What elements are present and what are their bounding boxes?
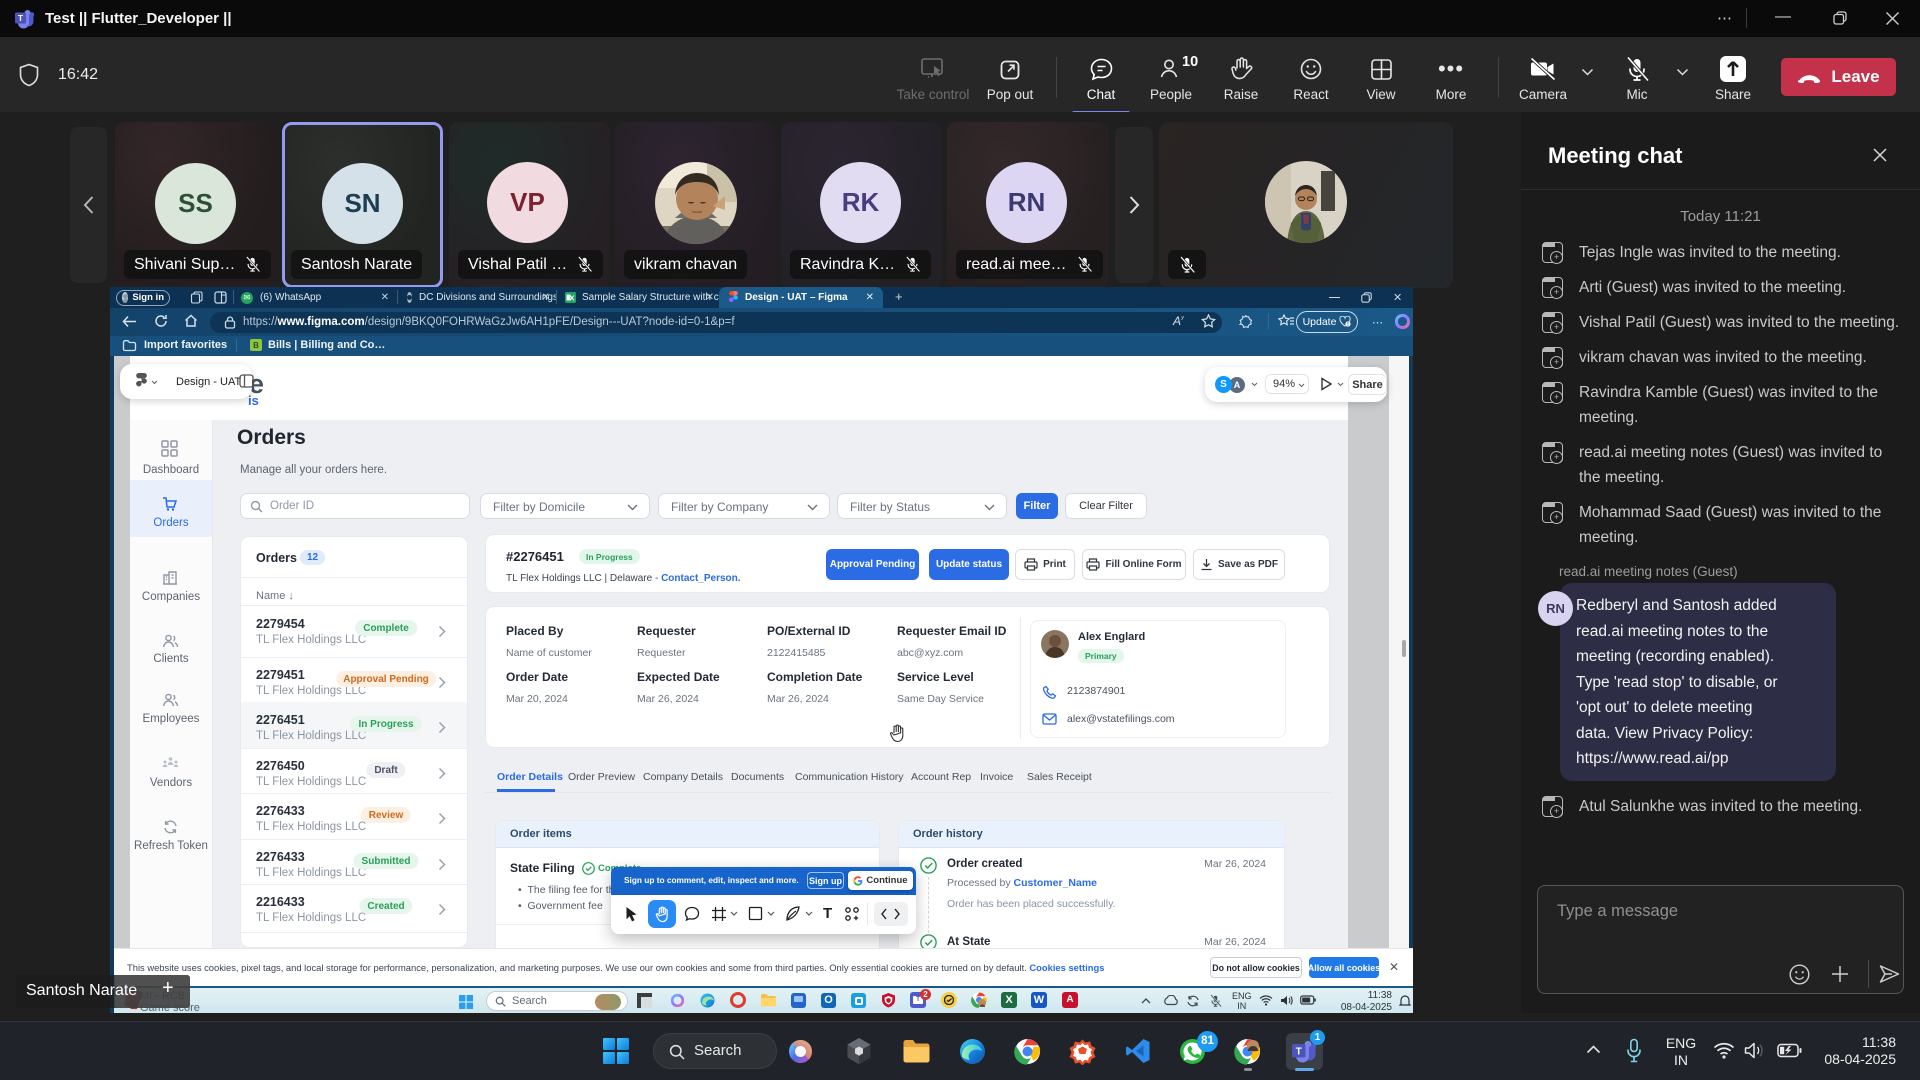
svg-text:B: B (253, 341, 259, 350)
svg-text:T: T (18, 13, 24, 23)
svg-text:X: X (569, 294, 574, 303)
svg-text:T: T (1296, 1046, 1302, 1057)
